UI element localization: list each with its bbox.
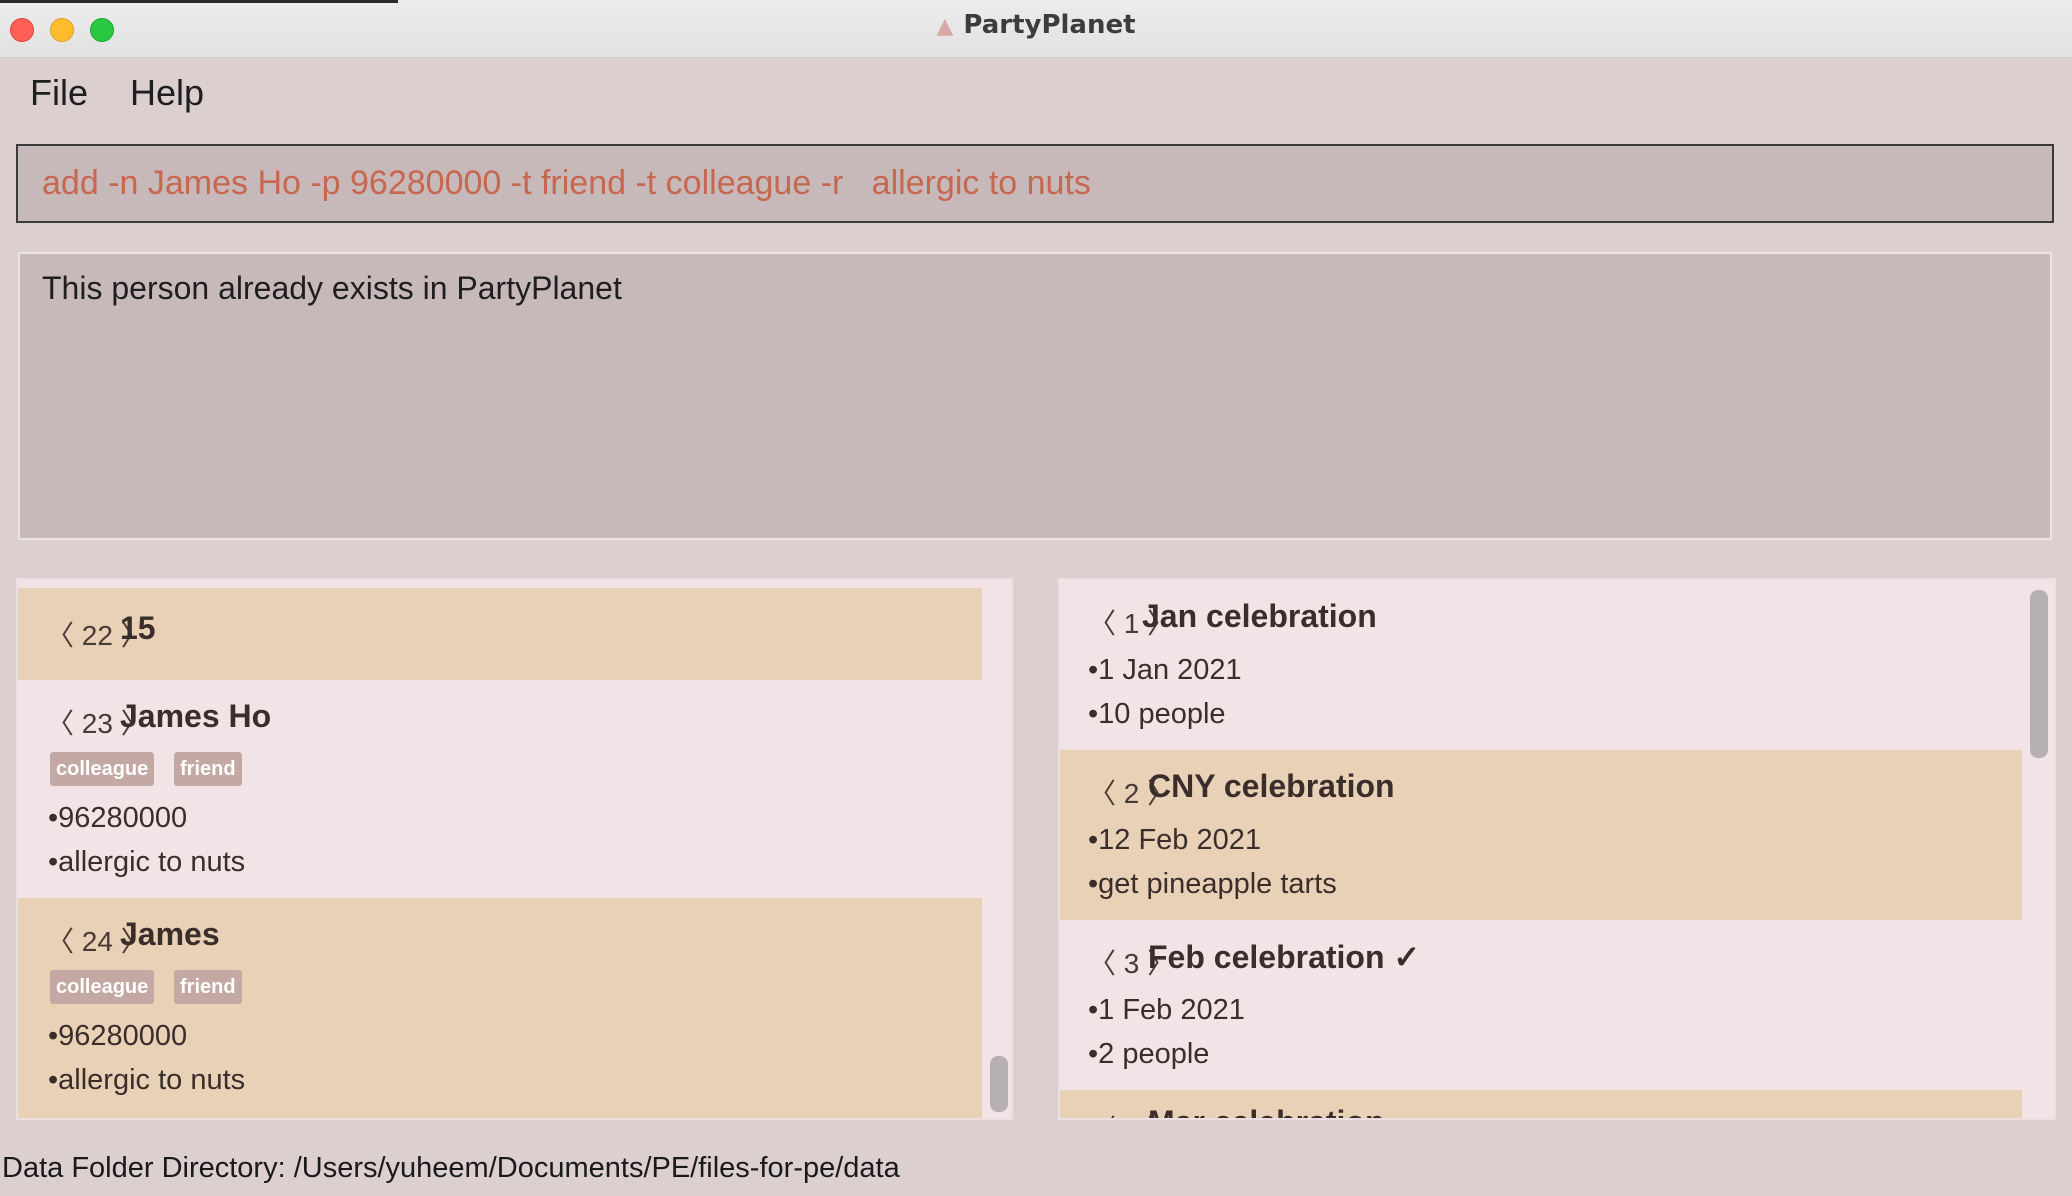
command-input-text[interactable]: add -n James Ho -p 96280000 -t friend -t…	[42, 164, 1091, 203]
menu-bar: File Help	[0, 62, 2072, 132]
result-message: This person already exists in PartyPlane…	[42, 270, 622, 306]
event-card[interactable]: 〈 3 〉 Feb celebration ✓ •1 Feb 2021 •2 p…	[1060, 920, 2022, 1090]
person-name: James Ho	[120, 698, 272, 734]
window-title: PartyPlanet	[963, 10, 1136, 40]
tag-badge: colleague	[50, 752, 155, 786]
person-card[interactable]: 〈 23 〉 James Ho colleague friend •962800…	[18, 680, 982, 898]
tag-badge: friend	[174, 752, 242, 786]
window-title-wrap: ▲ PartyPlanet	[0, 10, 2072, 40]
person-phone: •96280000	[48, 802, 188, 834]
event-list-scrollbar[interactable]	[2030, 590, 2048, 758]
event-name: Mar celebration	[1148, 1104, 1385, 1118]
command-input-box[interactable]: add -n James Ho -p 96280000 -t friend -t…	[16, 144, 2054, 223]
event-date: •12 Feb 2021	[1088, 824, 1262, 856]
title-bar: ▲ PartyPlanet	[0, 0, 2072, 58]
event-remark: •10 people	[1088, 698, 1226, 730]
event-date: •1 Feb 2021	[1088, 994, 1245, 1026]
event-card[interactable]: 〈 1 〉 Jan celebration •1 Jan 2021 •10 pe…	[1060, 580, 2022, 750]
party-hat-icon: ▲	[936, 14, 954, 39]
person-list-scrollbar[interactable]	[990, 1056, 1008, 1112]
tag-badge: colleague	[50, 970, 155, 1004]
person-card[interactable]: 〈 24 〉 James colleague friend •96280000 …	[18, 898, 982, 1118]
event-list-panel[interactable]: 〈 1 〉 Jan celebration •1 Jan 2021 •10 pe…	[1058, 578, 2056, 1120]
data-folder-status: Data Folder Directory: /Users/yuheem/Doc…	[2, 1152, 900, 1184]
person-list-panel[interactable]: 〈 22 〉 15 〈 23 〉 James Ho colleague frie…	[16, 578, 1013, 1120]
event-name: Jan celebration	[1142, 598, 1377, 634]
event-card[interactable]: 〈 2 〉 CNY celebration •12 Feb 2021 •get …	[1060, 750, 2022, 920]
tag-badge: friend	[174, 970, 242, 1004]
person-remark: •allergic to nuts	[48, 846, 246, 878]
person-remark: •allergic to nuts	[48, 1064, 246, 1096]
event-remark: •get pineapple tarts	[1088, 868, 1337, 900]
person-name: 15	[120, 610, 156, 646]
result-display-box: This person already exists in PartyPlane…	[18, 252, 2052, 540]
person-phone: •96280000	[48, 1020, 188, 1052]
person-card[interactable]: 〈 22 〉 15	[18, 588, 982, 680]
event-card[interactable]: 〈 4 〉 Mar celebration	[1060, 1090, 2022, 1118]
menu-file[interactable]: File	[30, 72, 88, 114]
event-remark: •2 people	[1088, 1038, 1210, 1070]
menu-help[interactable]: Help	[130, 72, 204, 114]
event-name: CNY celebration	[1148, 768, 1395, 804]
title-progress-strip	[0, 0, 398, 3]
event-date: •1 Jan 2021	[1088, 654, 1242, 686]
event-name: Feb celebration ✓	[1148, 939, 1421, 975]
person-name: James	[120, 916, 220, 952]
